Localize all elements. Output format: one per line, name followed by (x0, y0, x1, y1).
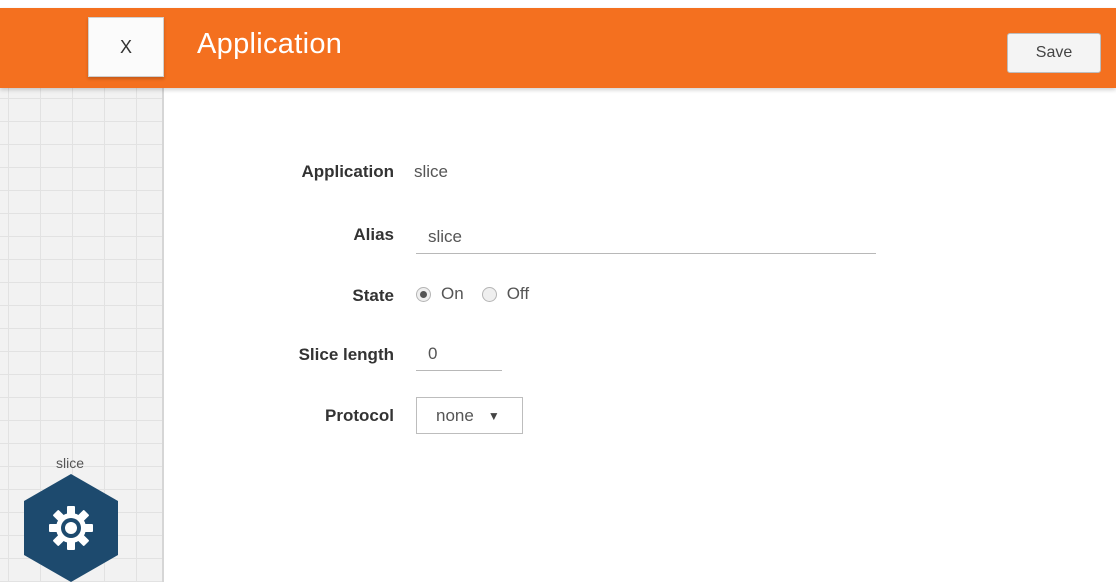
state-radio-group: On Off (416, 284, 547, 304)
page-title: Application (197, 28, 343, 60)
header-bar: X Application Save (0, 8, 1116, 88)
state-label: State (352, 286, 394, 305)
header-top-strip (0, 0, 1116, 8)
state-off-radio[interactable] (481, 286, 497, 302)
close-button[interactable]: X (88, 17, 164, 77)
slice-length-label: Slice length (298, 345, 394, 364)
state-on-label[interactable]: On (441, 284, 464, 304)
application-label: Application (301, 162, 394, 181)
alias-label: Alias (353, 225, 394, 244)
gear-icon[interactable] (24, 474, 118, 582)
node-label: slice (55, 455, 84, 471)
protocol-selected-value: none (436, 405, 474, 425)
application-value: slice (414, 162, 449, 181)
alias-input[interactable] (416, 220, 876, 254)
slice-length-input[interactable] (416, 337, 502, 371)
state-off-label[interactable]: Off (507, 284, 529, 304)
state-on-radio[interactable] (416, 286, 431, 302)
app-window: slice X Application Save Application sli… (0, 0, 1116, 582)
protocol-select[interactable]: none ▼ (416, 397, 523, 434)
protocol-label: Protocol (325, 406, 394, 425)
save-button[interactable]: Save (1007, 33, 1101, 73)
chevron-down-icon: ▼ (487, 408, 500, 423)
radio-selected-dot (420, 290, 427, 298)
